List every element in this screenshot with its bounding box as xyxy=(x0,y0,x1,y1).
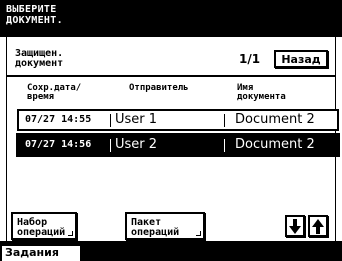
row-sender: User 1 xyxy=(115,112,158,127)
row-datetime: 07/27 14:56 xyxy=(25,139,92,150)
column-header-sender: Отправитель xyxy=(129,83,189,93)
column-divider xyxy=(224,114,225,127)
tab-jobs[interactable]: Задания xyxy=(0,244,82,261)
column-divider xyxy=(224,139,225,152)
submenu-corner-icon xyxy=(196,231,201,236)
document-row-selected[interactable]: 07/27 14:56 User 2 Document 2 xyxy=(17,134,339,156)
column-divider xyxy=(110,139,111,152)
row-datetime: 07/27 14:55 xyxy=(25,114,92,125)
operation-set-label: Набор операций xyxy=(17,217,66,238)
scroll-up-button[interactable] xyxy=(308,215,328,237)
submenu-corner-icon xyxy=(68,231,73,236)
column-header-document: Имя документа xyxy=(237,83,286,102)
arrow-down-icon xyxy=(289,218,301,234)
back-button[interactable]: Назад xyxy=(274,50,328,68)
row-sender: User 2 xyxy=(115,137,158,152)
row-document-name: Document 2 xyxy=(235,137,315,152)
scroll-down-button[interactable] xyxy=(285,215,305,237)
operation-batch-button[interactable]: Пакет операций xyxy=(125,212,205,240)
operation-set-button[interactable]: Набор операций xyxy=(11,212,77,240)
arrow-up-icon xyxy=(312,218,324,234)
document-type-label: Защищен. документ xyxy=(15,48,64,69)
document-row[interactable]: 07/27 14:55 User 1 Document 2 xyxy=(17,109,339,131)
operation-batch-label: Пакет операций xyxy=(131,217,180,238)
instruction-message: ВЫБЕРИТЕ ДОКУМЕНТ. xyxy=(6,4,63,26)
document-panel: Защищен. документ 1/1 Назад Сохр.дата/ в… xyxy=(6,37,339,241)
top-message-bar: ВЫБЕРИТЕ ДОКУМЕНТ. xyxy=(0,0,342,37)
row-document-name: Document 2 xyxy=(235,112,315,127)
column-header-datetime: Сохр.дата/ время xyxy=(27,83,82,102)
header-separator xyxy=(7,75,335,77)
page-indicator: 1/1 xyxy=(239,52,261,66)
column-divider xyxy=(110,114,111,127)
